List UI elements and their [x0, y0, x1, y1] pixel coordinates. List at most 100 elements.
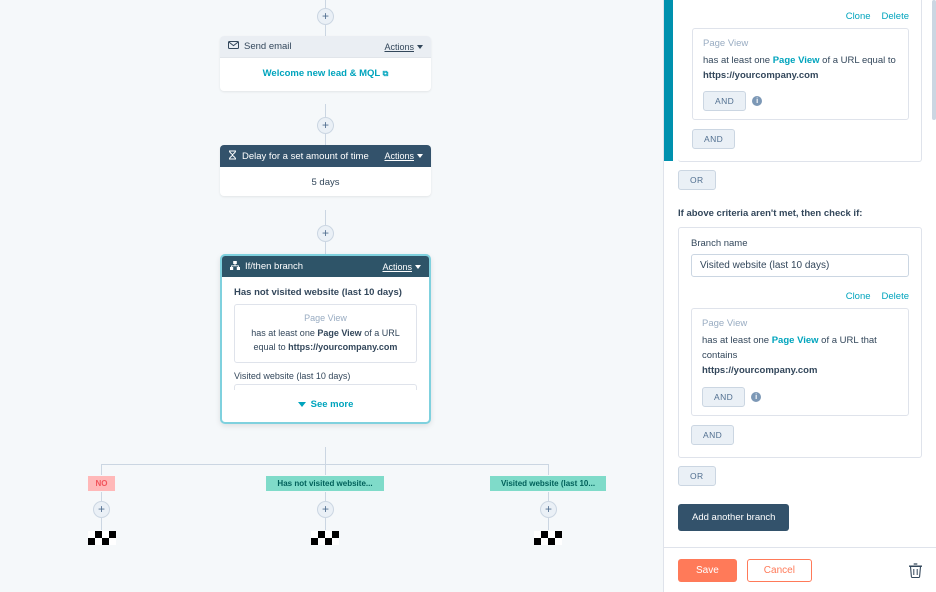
actions-label: Actions	[384, 41, 414, 52]
condition-type: Page View	[304, 313, 347, 323]
connector-line	[548, 518, 549, 530]
connector-line	[325, 518, 326, 530]
inner-and-row: AND i	[703, 91, 898, 112]
workflow-node-if-then-branch[interactable]: If/then branch Actions Has not visited w…	[220, 254, 431, 424]
delete-link[interactable]: Delete	[882, 11, 909, 22]
condition-text: has at least one Page View of a URL equa…	[703, 55, 896, 81]
workflow-node-delay[interactable]: Delay for a set amount of time Actions 5…	[220, 145, 431, 196]
and-button[interactable]: AND	[691, 424, 735, 445]
branch-a-condition-box: Page View has at least one Page View of …	[692, 28, 909, 121]
panel-footer: Save Cancel	[664, 547, 936, 592]
branch-a-clone-delete: Clone Delete	[692, 11, 909, 22]
branch-label-has-not-visited[interactable]: Has not visited website...	[266, 476, 384, 491]
external-link-icon: ⧉	[382, 69, 389, 78]
clone-link[interactable]: Clone	[846, 291, 871, 302]
connector-line	[548, 464, 549, 475]
node-body: Welcome new lead & MQL ⧉	[220, 58, 431, 91]
branch-label-no[interactable]: NO	[88, 476, 115, 491]
node-header: Send email Actions	[220, 36, 431, 58]
info-icon[interactable]: i	[752, 96, 763, 107]
delete-link[interactable]: Delete	[882, 291, 909, 302]
add-step-button[interactable]: +	[93, 501, 110, 518]
branch-a-or-row: OR	[678, 170, 922, 191]
connector-line	[101, 464, 102, 475]
connector-line	[325, 210, 326, 225]
and-button[interactable]: AND	[692, 129, 736, 150]
inner-and-row: AND i	[702, 386, 898, 407]
node-header: If/then branch Actions	[222, 256, 429, 277]
node-actions-dropdown[interactable]: Actions	[382, 262, 421, 272]
branch-b-card[interactable]: Branch name Clone Delete Page View has a…	[678, 227, 922, 458]
add-step-button[interactable]: +	[540, 501, 557, 518]
node-body: Has not visited website (last 10 days) P…	[222, 277, 429, 422]
node-title: Send email	[244, 41, 292, 52]
and-button[interactable]: AND	[702, 386, 746, 407]
add-step-button[interactable]: +	[317, 225, 334, 242]
node-actions-dropdown[interactable]: Actions	[384, 42, 423, 52]
add-step-button[interactable]: +	[317, 117, 334, 134]
connector-line	[325, 464, 326, 475]
add-step-button[interactable]: +	[317, 501, 334, 518]
branch-b-or-row: OR	[678, 465, 922, 486]
connector-line	[101, 518, 102, 530]
chevron-down-icon	[417, 154, 423, 158]
workflow-node-send-email[interactable]: Send email Actions Welcome new lead & MQ…	[220, 36, 431, 91]
delay-value: 5 days	[311, 177, 340, 188]
envelope-icon	[228, 41, 239, 52]
save-button[interactable]: Save	[678, 558, 737, 582]
branch-b-clone-delete: Clone Delete	[691, 291, 909, 302]
checkered-flag-icon	[534, 531, 562, 545]
else-section-label: If above criteria aren't met, then check…	[678, 208, 863, 220]
actions-label: Actions	[384, 151, 414, 161]
node-title: If/then branch	[245, 261, 304, 272]
branch-name-input[interactable]	[691, 254, 909, 278]
node-actions-dropdown[interactable]: Actions	[384, 151, 423, 161]
branch-1-name: Has not visited website (last 10 days)	[234, 287, 402, 298]
trash-icon[interactable]	[909, 562, 922, 578]
branch-editor-panel[interactable]: Clone Delete Page View has at least one …	[663, 0, 936, 592]
chevron-down-icon	[415, 264, 421, 269]
see-more-button[interactable]: See more	[234, 390, 417, 412]
node-title: Delay for a set amount of time	[242, 150, 369, 162]
panel-scroll-area[interactable]: Clone Delete Page View has at least one …	[664, 0, 936, 547]
connector-line	[325, 25, 326, 36]
see-more-label: See more	[310, 399, 354, 410]
node-header: Delay for a set amount of time Actions	[220, 145, 431, 167]
condition-type: Page View	[703, 38, 749, 49]
condition-type: Page View	[702, 318, 748, 330]
outer-and-row: AND	[692, 129, 909, 150]
connector-line	[325, 0, 326, 8]
connector-line	[101, 492, 102, 501]
cancel-button[interactable]: Cancel	[746, 558, 812, 582]
email-asset-link[interactable]: Welcome new lead & MQL ⧉	[220, 58, 431, 91]
add-another-branch-button[interactable]: Add another branch	[678, 503, 790, 531]
branch-2-name: Visited website (last 10 days)	[234, 371, 351, 381]
or-button[interactable]: OR	[678, 465, 716, 486]
chevron-down-icon	[297, 402, 306, 407]
outer-and-row: AND	[691, 424, 909, 445]
connector-line	[325, 134, 326, 145]
page-view-token[interactable]: Page View	[773, 55, 820, 66]
panel-scrollbar[interactable]	[932, 0, 936, 120]
or-button[interactable]: OR	[678, 170, 716, 191]
workflow-canvas[interactable]: + + + + + + Send email Actions Welcome n…	[0, 0, 663, 592]
branch-icon	[230, 260, 240, 273]
condition-text: has at least one Page View of a URL that…	[702, 335, 877, 376]
branch-a-card[interactable]: Clone Delete Page View has at least one …	[664, 0, 922, 163]
add-step-button[interactable]: +	[317, 8, 334, 25]
and-button[interactable]: AND	[703, 91, 747, 112]
branch-1-condition: Page View has at least one Page View of …	[234, 304, 417, 363]
info-icon[interactable]: i	[751, 391, 762, 402]
checkered-flag-icon	[88, 531, 116, 545]
node-body: 5 days	[220, 167, 431, 196]
actions-label: Actions	[382, 261, 412, 272]
connector-line	[548, 492, 549, 501]
page-view-token[interactable]: Page View	[772, 335, 819, 346]
checkered-flag-icon	[311, 531, 339, 545]
connector-line	[325, 242, 326, 254]
clone-link[interactable]: Clone	[846, 11, 871, 22]
active-branch-accent-bar	[664, 0, 673, 162]
branch-label-visited[interactable]: Visited website (last 10...	[490, 476, 606, 491]
hourglass-icon	[228, 150, 237, 163]
connector-line	[325, 104, 326, 117]
